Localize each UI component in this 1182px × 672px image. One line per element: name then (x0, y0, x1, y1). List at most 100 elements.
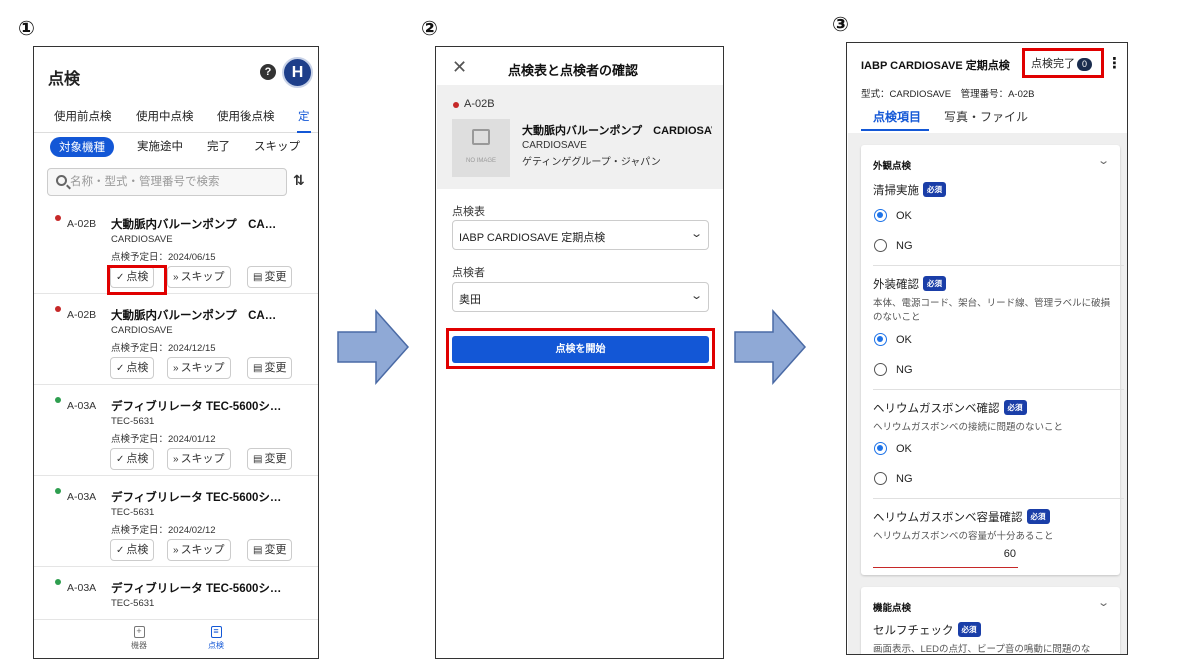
radio-circle (874, 442, 887, 455)
list-item[interactable]: A-03A デフィブリレータ TEC-5600シ… TEC-5631 点検予定日… (34, 385, 318, 476)
radio-circle (874, 363, 887, 376)
radio-ok[interactable]: OK (874, 442, 912, 455)
radio-ng[interactable]: NG (874, 363, 913, 376)
device-name: 大動脈内バルーンポンプ CA… (111, 219, 277, 231)
close-icon[interactable]: ✕ (452, 57, 467, 78)
tab-in-use[interactable]: 使用中点検 (136, 108, 194, 124)
change-button[interactable]: ▤ 変更 (247, 539, 293, 561)
highlight-box (1022, 48, 1104, 78)
nav-inspection[interactable]: ≡ 点検 (196, 626, 236, 651)
change-button-label: 変更 (264, 362, 287, 374)
change-button-label: 変更 (264, 271, 287, 283)
page-title: IABP CARDIOSAVE 定期点検 (861, 60, 1010, 72)
question-label: ヘリウムガスボンベ確認 (873, 403, 1000, 415)
chevron-down-icon: ⌄ (689, 290, 703, 302)
radio-circle (874, 209, 887, 222)
device-model: TEC-5631 (111, 507, 155, 518)
capacity-input[interactable]: 60 (873, 548, 1018, 568)
management-number: A-02B (67, 218, 97, 230)
required-badge: 必須 (957, 622, 981, 637)
device-name: 大動脈内バルーンポンプ CA… (111, 310, 277, 322)
search-icon (56, 175, 67, 186)
scheduled-date: 点検予定日：2024/02/12 (111, 525, 216, 536)
double-chevron-icon: » (173, 545, 179, 556)
radio-circle (874, 333, 887, 346)
list-item[interactable]: A-02B 大動脈内バルーンポンプ CA… CARDIOSAVE 点検予定日：2… (34, 294, 318, 385)
nav-devices[interactable]: + 機器 (119, 626, 159, 651)
inspect-button-label: 点検 (126, 544, 149, 556)
radio-ok[interactable]: OK (874, 209, 912, 222)
inspect-button[interactable]: ✓ 点検 (110, 448, 155, 470)
calendar-icon: ▤ (253, 363, 263, 374)
radio-ng[interactable]: NG (874, 472, 913, 485)
highlight-box (446, 328, 715, 369)
change-button-label: 変更 (264, 544, 287, 556)
chip-completed[interactable]: 完了 (207, 138, 230, 154)
chip-target-model[interactable]: 対象機種 (50, 137, 114, 157)
tab-photos-files[interactable]: 写真・ファイル (944, 108, 1028, 125)
double-chevron-icon: » (173, 363, 179, 374)
avatar[interactable]: H (282, 57, 313, 88)
inspect-button[interactable]: ✓ 点検 (110, 357, 155, 379)
change-button[interactable]: ▤ 変更 (247, 357, 293, 379)
step-number-3: ③ (832, 14, 849, 36)
list-item[interactable]: A-02B 大動脈内バルーンポンプ CA… CARDIOSAVE 点検予定日：2… (34, 203, 318, 294)
required-badge: 必須 (1003, 400, 1027, 415)
radio-label: OK (896, 443, 912, 455)
check-icon: ✓ (116, 545, 125, 556)
checklist-select[interactable]: IABP CARDIOSAVE 定期点検 ⌄ (452, 220, 709, 250)
search-box (47, 168, 287, 196)
help-icon[interactable]: ? (260, 64, 276, 80)
inspector-select[interactable]: 奥田 ⌄ (452, 282, 709, 312)
chip-skipped[interactable]: スキップ (254, 138, 300, 154)
sort-icon[interactable]: ⇅ (293, 172, 305, 189)
bottom-navigation: + 機器 ≡ 点検 (34, 619, 318, 658)
chip-in-progress[interactable]: 実施途中 (137, 138, 183, 154)
tab-periodic[interactable]: 定 (298, 108, 310, 124)
status-filter-chips: 対象機種 実施途中 完了 スキップ (34, 137, 318, 159)
flow-arrow-1 (337, 309, 410, 385)
calendar-icon: ▤ (253, 454, 263, 465)
section-title: 外観点検 (873, 161, 912, 172)
status-dot (55, 306, 61, 312)
tab-inspection-items[interactable]: 点検項目 (873, 108, 921, 125)
tab-pre-use[interactable]: 使用前点検 (54, 108, 112, 124)
skip-button[interactable]: » スキップ (167, 539, 231, 561)
radio-ng[interactable]: NG (874, 239, 913, 252)
section-title: 機能点検 (873, 603, 912, 614)
more-menu-icon[interactable]: ⋮ (1107, 54, 1122, 72)
tab-post-use[interactable]: 使用後点検 (217, 108, 275, 124)
scheduled-date: 点検予定日：2024/12/15 (111, 343, 216, 354)
question-cleaning: 清掃実施 必須 (873, 181, 1113, 199)
skip-button[interactable]: » スキップ (167, 357, 231, 379)
chevron-down-icon[interactable]: ⌄ (1097, 596, 1110, 609)
section-appearance: 外観点検 ⌄ 清掃実施 必須 OK NG 外装確認 必須 本体、電源コード、架台、リ… (861, 145, 1124, 575)
check-icon: ✓ (116, 363, 125, 374)
search-input[interactable] (70, 173, 280, 191)
question-self-check: セルフチェック 必須 画面表示、LEDの点灯、ビープ音の鳴動に問題のな (873, 621, 1113, 654)
scheduled-date: 点検予定日：2024/01/12 (111, 434, 216, 445)
flow-arrow-2 (734, 309, 807, 385)
device-model: TEC-5631 (111, 416, 155, 427)
checklist-value: IABP CARDIOSAVE 定期点検 (459, 232, 606, 244)
skip-button[interactable]: » スキップ (167, 266, 231, 288)
required-badge: 必須 (923, 276, 946, 291)
skip-button-label: スキップ (180, 544, 225, 556)
question-description: ヘリウムガスボンベの容量が十分あること (873, 531, 1054, 542)
active-tab-indicator (861, 129, 929, 131)
nav-inspection-label: 点検 (208, 641, 224, 650)
step-number-1: ① (18, 18, 35, 40)
change-button[interactable]: ▤ 変更 (247, 448, 293, 470)
highlight-box (107, 265, 167, 295)
radio-circle (874, 239, 887, 252)
skip-button[interactable]: » スキップ (167, 448, 231, 470)
chevron-down-icon[interactable]: ⌄ (1097, 154, 1110, 167)
list-item[interactable]: A-03A デフィブリレータ TEC-5600シ… TEC-5631 点検予定日… (34, 476, 318, 567)
status-dot (453, 102, 459, 108)
change-button[interactable]: ▤ 変更 (247, 266, 293, 288)
radio-ok[interactable]: OK (874, 333, 912, 346)
radio-label: OK (896, 334, 912, 346)
inspect-button[interactable]: ✓ 点検 (110, 539, 155, 561)
inspect-button-label: 点検 (126, 453, 149, 465)
device-meta: 型式：CARDIOSAVE 管理番号：A-02B (861, 89, 1035, 100)
